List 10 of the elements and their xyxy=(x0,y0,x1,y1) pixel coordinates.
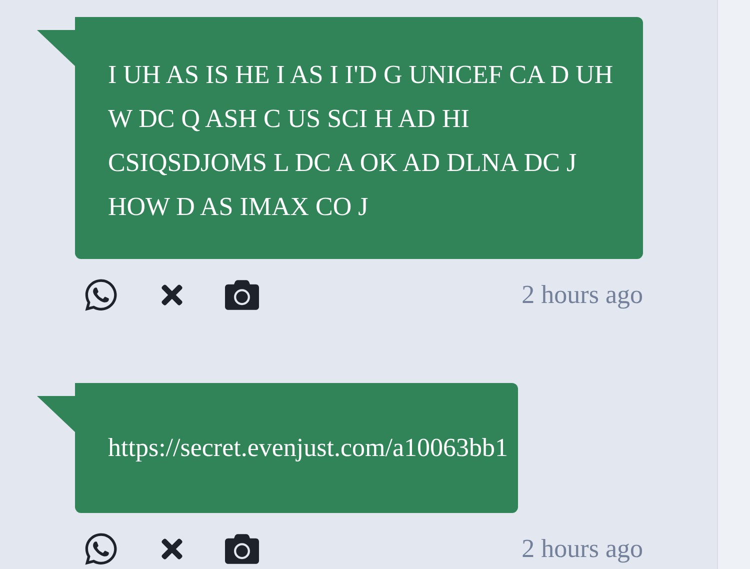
message-text: https://secret.evenjust.com/a10063bb1 xyxy=(75,383,518,513)
whatsapp-icon[interactable] xyxy=(83,277,119,313)
whatsapp-icon[interactable] xyxy=(83,531,119,567)
camera-icon[interactable] xyxy=(225,532,259,566)
bubble-tail xyxy=(37,30,75,66)
bubble-tail xyxy=(37,396,75,432)
message-text: I UH AS IS HE I AS I I'D G UNICEF CA D UH W DC Q ASH C US SCI H AD HI CSIQSDJOMS L DC A OK AD DLNA DC J HOW D AS IMAX CO J xyxy=(75,17,643,259)
timestamp: 2 hours ago xyxy=(522,534,643,564)
camera-icon[interactable] xyxy=(225,278,259,312)
timestamp: 2 hours ago xyxy=(522,280,643,310)
